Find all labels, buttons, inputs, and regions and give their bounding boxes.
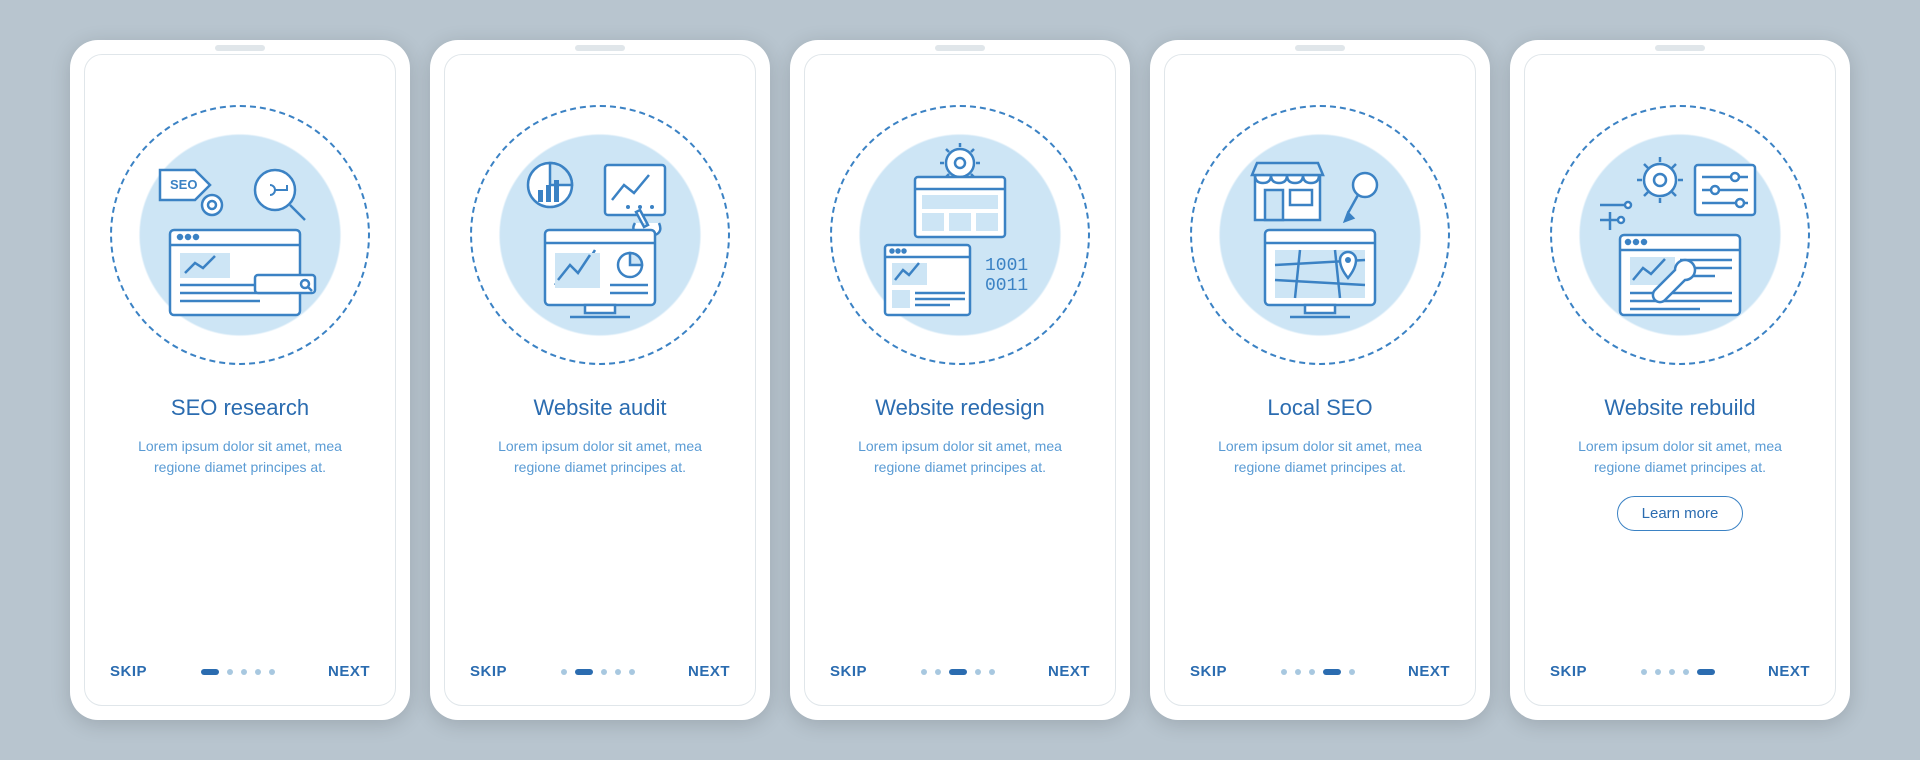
skip-button[interactable]: SKIP: [830, 663, 867, 680]
search-bar-icon: [255, 275, 315, 293]
website-rebuild-illustration: [1550, 105, 1810, 365]
dot-active: [1323, 669, 1341, 675]
dot: [255, 669, 261, 675]
dot: [1281, 669, 1287, 675]
dot: [1349, 669, 1355, 675]
screen-title: SEO research: [171, 395, 309, 421]
circuit-icon: [1600, 202, 1631, 230]
bar-chart-icon: [538, 190, 543, 202]
phone-speaker: [935, 45, 985, 51]
dot: [1309, 669, 1315, 675]
dot: [975, 669, 981, 675]
screen-title: Website redesign: [875, 395, 1045, 421]
dot-active: [949, 669, 967, 675]
screen-description: Lorem ipsum dolor sit amet, mea regione …: [830, 436, 1090, 478]
phone-speaker: [1295, 45, 1345, 51]
pagination-dots: [561, 669, 635, 675]
screen-footer: SKIP NEXT: [1190, 663, 1450, 680]
next-button[interactable]: NEXT: [1408, 663, 1450, 680]
dot: [1683, 669, 1689, 675]
dot: [561, 669, 567, 675]
svg-text:0011: 0011: [985, 276, 1028, 296]
sliders-icon: [1695, 165, 1755, 215]
screen-footer: SKIP NEXT: [1550, 663, 1810, 680]
website-rebuild-icon-group: [1580, 135, 1780, 335]
website-redesign-icon-group: 1001 0011: [860, 135, 1060, 335]
dot: [1655, 669, 1661, 675]
seo-research-illustration: SEO: [110, 105, 370, 365]
svg-text:SEO: SEO: [170, 177, 197, 192]
website-redesign-illustration: 1001 0011: [830, 105, 1090, 365]
pushpin-icon: [1353, 173, 1377, 197]
pagination-dots: [921, 669, 995, 675]
gear-icon: [946, 149, 974, 177]
pagination-dots: [201, 669, 275, 675]
website-audit-illustration: [470, 105, 730, 365]
onboarding-screens-container: SEO: [30, 0, 1890, 760]
screen-description: Lorem ipsum dolor sit amet, mea regione …: [1550, 436, 1810, 478]
dot: [935, 669, 941, 675]
dot-active: [1697, 669, 1715, 675]
phone-speaker: [1655, 45, 1705, 51]
screen-description: Lorem ipsum dolor sit amet, mea regione …: [110, 436, 370, 478]
screen-website-rebuild: Website rebuild Lorem ipsum dolor sit am…: [1524, 54, 1836, 706]
local-seo-icon-group: [1220, 135, 1420, 335]
screen-title: Local SEO: [1267, 395, 1372, 421]
pagination-dots: [1281, 669, 1355, 675]
skip-button[interactable]: SKIP: [1190, 663, 1227, 680]
next-button[interactable]: NEXT: [1768, 663, 1810, 680]
screen-description: Lorem ipsum dolor sit amet, mea regione …: [1190, 436, 1450, 478]
screen-title: Website rebuild: [1604, 395, 1755, 421]
next-button[interactable]: NEXT: [688, 663, 730, 680]
local-seo-illustration: [1190, 105, 1450, 365]
skip-button[interactable]: SKIP: [110, 663, 147, 680]
screen-local-seo: Local SEO Lorem ipsum dolor sit amet, me…: [1164, 54, 1476, 706]
dot: [1295, 669, 1301, 675]
dot: [921, 669, 927, 675]
phone-frame: Website rebuild Lorem ipsum dolor sit am…: [1510, 40, 1850, 720]
screen-footer: SKIP NEXT: [830, 663, 1090, 680]
screen-description: Lorem ipsum dolor sit amet, mea regione …: [470, 436, 730, 478]
screen-website-redesign: 1001 0011 Website redesign Lorem ipsum d…: [804, 54, 1116, 706]
binary-code-icon: 1001: [985, 256, 1028, 276]
gear-icon: [1644, 164, 1676, 196]
phone-speaker: [575, 45, 625, 51]
screen-footer: SKIP NEXT: [110, 663, 370, 680]
next-button[interactable]: NEXT: [1048, 663, 1090, 680]
pagination-dots: [1641, 669, 1715, 675]
dot: [269, 669, 275, 675]
phone-frame: 1001 0011 Website redesign Lorem ipsum d…: [790, 40, 1130, 720]
dot: [601, 669, 607, 675]
phone-frame: Website audit Lorem ipsum dolor sit amet…: [430, 40, 770, 720]
website-audit-icon-group: [500, 135, 700, 335]
screen-title: Website audit: [534, 395, 667, 421]
dot: [227, 669, 233, 675]
dot: [1641, 669, 1647, 675]
phone-speaker: [215, 45, 265, 51]
dot-active: [201, 669, 219, 675]
learn-more-button[interactable]: Learn more: [1617, 496, 1744, 531]
phone-frame: Local SEO Lorem ipsum dolor sit amet, me…: [1150, 40, 1490, 720]
skip-button[interactable]: SKIP: [1550, 663, 1587, 680]
dot: [241, 669, 247, 675]
screen-seo-research: SEO: [84, 54, 396, 706]
screen-website-audit: Website audit Lorem ipsum dolor sit amet…: [444, 54, 756, 706]
next-button[interactable]: NEXT: [328, 663, 370, 680]
dot: [615, 669, 621, 675]
seo-research-icon-group: SEO: [140, 135, 340, 335]
gear-icon: [202, 195, 222, 215]
dot: [989, 669, 995, 675]
screen-footer: SKIP NEXT: [470, 663, 730, 680]
dot: [1669, 669, 1675, 675]
dot-active: [575, 669, 593, 675]
phone-frame: SEO: [70, 40, 410, 720]
dot: [629, 669, 635, 675]
skip-button[interactable]: SKIP: [470, 663, 507, 680]
